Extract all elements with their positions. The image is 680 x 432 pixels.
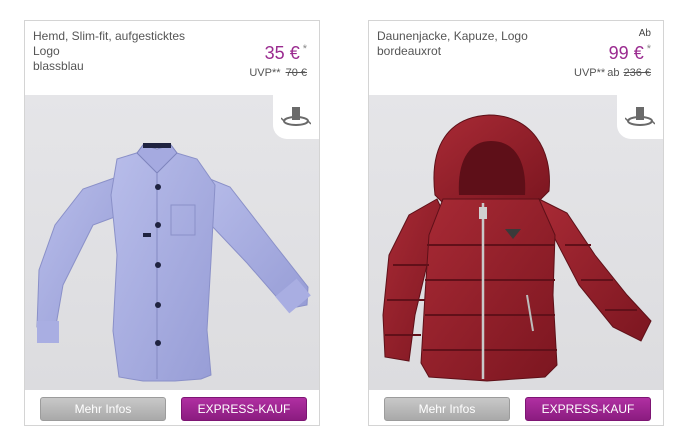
360-rotate-icon (281, 107, 311, 126)
product-image[interactable] (369, 95, 663, 390)
price-value: 99 € (608, 43, 644, 63)
product-info: Hemd, Slim-fit, aufgesticktes Logo blass… (25, 21, 319, 95)
360-rotate-icon (625, 107, 655, 126)
uvp-prefix: ab (607, 67, 620, 79)
uvp-price: UVP** ab 236 € (574, 67, 651, 79)
product-card[interactable]: Daunenjacke, Kapuze, Logo bordeauxrot Ab… (368, 20, 664, 426)
product-card[interactable]: Hemd, Slim-fit, aufgesticktes Logo blass… (24, 20, 320, 426)
product-color: bordeauxrot (377, 44, 442, 58)
uvp-old-price: 70 € (285, 67, 307, 79)
express-buy-button[interactable]: EXPRESS-KAUF (181, 397, 307, 421)
product-image[interactable] (25, 95, 319, 390)
product-price: 35 € * (265, 43, 307, 64)
express-buy-button[interactable]: EXPRESS-KAUF (525, 397, 651, 421)
price-prefix: Ab (638, 28, 651, 39)
rotate-360-button[interactable] (617, 95, 663, 139)
button-bar: Mehr Infos EXPRESS-KAUF (369, 390, 663, 427)
button-bar: Mehr Infos EXPRESS-KAUF (25, 390, 319, 427)
uvp-price: UVP** 70 € (249, 67, 307, 79)
more-info-button[interactable]: Mehr Infos (384, 397, 510, 421)
product-name[interactable]: Hemd, Slim-fit, aufgesticktes Logo (33, 29, 208, 58)
uvp-label: UVP** (574, 67, 606, 79)
shirt-image (36, 143, 311, 382)
jacket-image (382, 114, 652, 382)
product-price: 99 € * (609, 43, 651, 64)
rotate-360-button[interactable] (273, 95, 319, 139)
price-star: * (646, 43, 651, 55)
uvp-old-price: 236 € (623, 67, 651, 79)
more-info-button[interactable]: Mehr Infos (40, 397, 166, 421)
product-name[interactable]: Daunenjacke, Kapuze, Logo (377, 29, 552, 44)
price-value: 35 € (264, 43, 300, 63)
price-star: * (302, 43, 307, 55)
product-color: blassblau (33, 59, 84, 73)
product-info: Daunenjacke, Kapuze, Logo bordeauxrot Ab… (369, 21, 663, 95)
uvp-label: UVP** (249, 67, 281, 79)
